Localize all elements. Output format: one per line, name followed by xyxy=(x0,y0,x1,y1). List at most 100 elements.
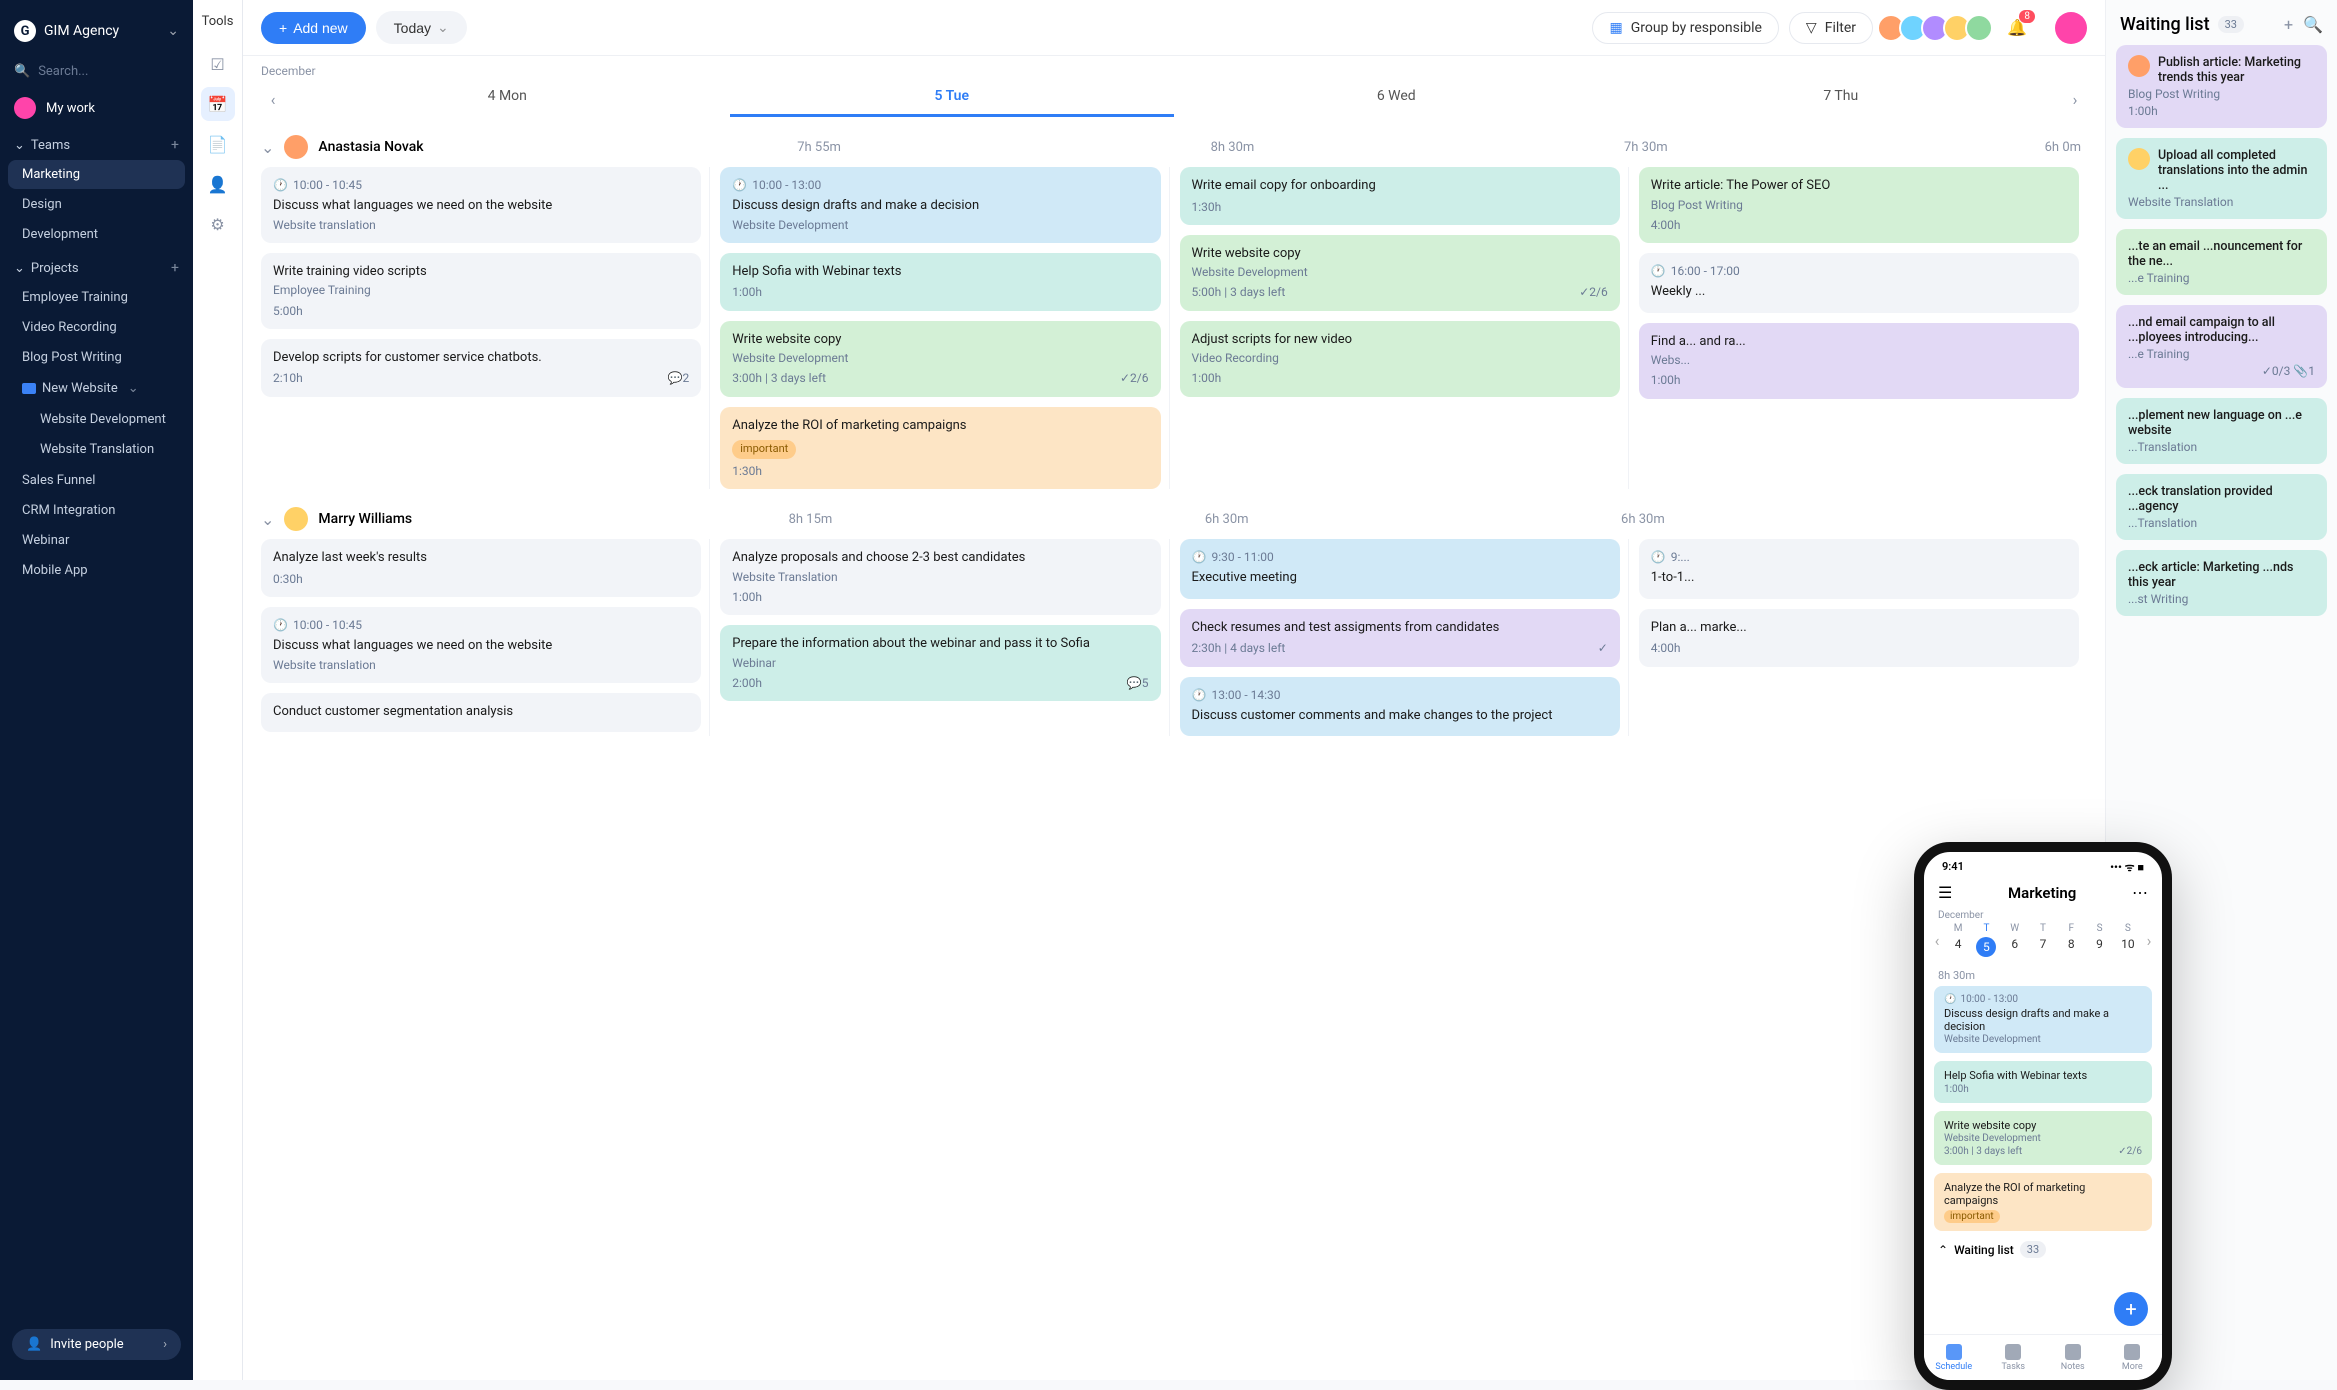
search-waiting-button[interactable]: 🔍 xyxy=(2303,15,2323,34)
task-card[interactable]: Analyze last week's results0:30h xyxy=(261,539,701,597)
phone-task-card[interactable]: Help Sofia with Webinar texts1:00h xyxy=(1934,1061,2152,1103)
task-card[interactable]: Plan a... marke...4:00h xyxy=(1639,609,2079,667)
prev-week-button[interactable]: ‹ xyxy=(261,90,285,109)
sidebar-project-item[interactable]: Employee Training xyxy=(8,283,185,312)
task-card[interactable]: Write email copy for onboarding1:30h xyxy=(1180,167,1620,225)
sidebar-project-item[interactable]: CRM Integration xyxy=(8,496,185,525)
phone-day[interactable]: T7 xyxy=(2029,923,2057,957)
add-team-button[interactable]: + xyxy=(171,137,179,153)
sidebar-team-item[interactable]: Design xyxy=(8,190,185,219)
sidebar-project-subitem[interactable]: Website Translation xyxy=(8,435,185,464)
workspace-switcher[interactable]: G GIM Agency ⌄ xyxy=(0,12,193,50)
day-header[interactable]: 5 Tue xyxy=(730,82,1175,117)
waiting-list-card[interactable]: ...plement new language on ...e website.… xyxy=(2116,398,2327,464)
clock-icon: 🕐 xyxy=(1651,263,1666,279)
phone-next-week[interactable]: › xyxy=(2142,931,2156,950)
phone-task-card[interactable]: Write website copyWebsite Development3:0… xyxy=(1934,1111,2152,1165)
task-card[interactable]: 🕐10:00 - 10:45Discuss what languages we … xyxy=(261,607,701,683)
clock-icon: 🕐 xyxy=(273,617,288,633)
current-user-avatar[interactable] xyxy=(2055,12,2087,44)
task-card[interactable]: 🕐10:00 - 13:00Discuss design drafts and … xyxy=(720,167,1160,243)
tool-settings[interactable]: ⚙ xyxy=(201,207,235,241)
waiting-list-card[interactable]: Publish article: Marketing trends this y… xyxy=(2116,45,2327,128)
phone-day[interactable]: W6 xyxy=(2001,923,2029,957)
phone-tab[interactable]: Schedule xyxy=(1924,1335,1984,1380)
chevron-down-icon[interactable]: ⌄ xyxy=(261,510,274,529)
phone-more-icon[interactable]: ⋯ xyxy=(2132,883,2148,902)
tool-calendar[interactable]: 📅 xyxy=(201,87,235,121)
my-work-link[interactable]: My work xyxy=(0,89,193,127)
chevron-down-icon[interactable]: ⌄ xyxy=(261,138,274,157)
sidebar-team-item[interactable]: Marketing xyxy=(8,160,185,189)
day-header[interactable]: 4 Mon xyxy=(285,82,730,117)
task-title: Discuss what languages we need on the we… xyxy=(273,197,689,215)
tool-people[interactable]: 👤 xyxy=(201,167,235,201)
task-card[interactable]: 🕐9:...1-to-1... xyxy=(1639,539,2079,599)
teams-section-header[interactable]: ⌄ Teams + xyxy=(0,127,193,159)
phone-tab[interactable]: Tasks xyxy=(1984,1335,2044,1380)
group-by-button[interactable]: ▦ Group by responsible xyxy=(1592,12,1778,44)
task-card[interactable]: Write article: The Power of SEOBlog Post… xyxy=(1639,167,2079,243)
phone-task-card[interactable]: Analyze the ROI of marketing campaignsim… xyxy=(1934,1173,2152,1231)
invite-people-button[interactable]: 👤 Invite people › xyxy=(12,1329,181,1360)
phone-day[interactable]: M4 xyxy=(1944,923,1972,957)
tool-notes[interactable]: 📄 xyxy=(201,127,235,161)
task-card[interactable]: Analyze the ROI of marketing campaignsim… xyxy=(720,407,1160,490)
phone-tab[interactable]: More xyxy=(2103,1335,2163,1380)
task-card[interactable]: Adjust scripts for new videoVideo Record… xyxy=(1180,321,1620,397)
next-week-button[interactable]: › xyxy=(2063,90,2087,109)
task-hours: 1:30h xyxy=(732,463,762,479)
waiting-list-card[interactable]: ...nd email campaign to all ...ployees i… xyxy=(2116,305,2327,388)
add-project-button[interactable]: + xyxy=(171,260,179,276)
task-card[interactable]: Prepare the information about the webina… xyxy=(720,625,1160,701)
task-card[interactable]: Write website copyWebsite Development3:0… xyxy=(720,321,1160,397)
today-button[interactable]: Today ⌄ xyxy=(376,11,467,44)
sidebar-folder-new-website[interactable]: New Website ⌄ xyxy=(8,374,185,403)
phone-day[interactable]: S10 xyxy=(2114,923,2142,957)
phone-day[interactable]: T5 xyxy=(1972,923,2000,957)
phone-day[interactable]: S9 xyxy=(2085,923,2113,957)
task-card[interactable]: Check resumes and test assigments from c… xyxy=(1180,609,1620,667)
waiting-list-card[interactable]: ...eck article: Marketing ...nds this ye… xyxy=(2116,550,2327,616)
phone-tab[interactable]: Notes xyxy=(2043,1335,2103,1380)
filter-button[interactable]: ▽ Filter xyxy=(1789,12,1873,44)
phone-menu-icon[interactable]: ☰ xyxy=(1938,883,1952,902)
sidebar-project-item[interactable]: Webinar xyxy=(8,526,185,555)
task-card[interactable]: Develop scripts for customer service cha… xyxy=(261,339,701,397)
sidebar-team-item[interactable]: Development xyxy=(8,220,185,249)
task-card[interactable]: Help Sofia with Webinar texts1:00h xyxy=(720,253,1160,311)
calendar-scroll[interactable]: ⌄ Anastasia Novak 7h 55m8h 30m7h 30m6h 0… xyxy=(243,117,2105,1380)
phone-add-button[interactable]: + xyxy=(2114,1292,2148,1326)
notifications-button[interactable]: 🔔 8 xyxy=(2003,14,2031,42)
day-header[interactable]: 7 Thu xyxy=(1619,82,2064,117)
phone-prev-week[interactable]: ‹ xyxy=(1930,931,1944,950)
tool-tasks[interactable]: ☑ xyxy=(201,47,235,81)
day-header[interactable]: 6 Wed xyxy=(1174,82,1619,117)
task-card[interactable]: 🕐9:30 - 11:00Executive meeting xyxy=(1180,539,1620,599)
phone-task-card[interactable]: 🕐10:00 - 13:00Discuss design drafts and … xyxy=(1934,986,2152,1053)
sidebar-project-item[interactable]: Mobile App xyxy=(8,556,185,585)
sidebar-project-item[interactable]: Sales Funnel xyxy=(8,466,185,495)
waiting-list-card[interactable]: ...eck translation provided ...agency...… xyxy=(2116,474,2327,540)
sidebar-project-item[interactable]: Blog Post Writing xyxy=(8,343,185,372)
task-card[interactable]: Write website copyWebsite Development5:0… xyxy=(1180,235,1620,311)
task-card[interactable]: Conduct customer segmentation analysis xyxy=(261,693,701,733)
waiting-list-card[interactable]: Upload all completed translations into t… xyxy=(2116,138,2327,219)
task-card[interactable]: 🕐13:00 - 14:30Discuss customer comments … xyxy=(1180,677,1620,737)
team-avatars[interactable] xyxy=(1883,14,1993,42)
waiting-list-card[interactable]: ...te an email ...nouncement for the ne.… xyxy=(2116,229,2327,295)
projects-section-header[interactable]: ⌄ Projects + xyxy=(0,250,193,282)
task-card[interactable]: Write training video scriptsEmployee Tra… xyxy=(261,253,701,329)
task-card[interactable]: 🕐10:00 - 10:45Discuss what languages we … xyxy=(261,167,701,243)
sidebar-project-item[interactable]: Video Recording xyxy=(8,313,185,342)
add-new-button[interactable]: + Add new xyxy=(261,12,366,44)
add-waiting-item-button[interactable]: + xyxy=(2284,15,2293,34)
search-input[interactable]: 🔍 Search... xyxy=(14,64,179,79)
sidebar-project-subitem[interactable]: Website Development xyxy=(8,405,185,434)
phone-day[interactable]: F8 xyxy=(2057,923,2085,957)
task-card[interactable]: Analyze proposals and choose 2-3 best ca… xyxy=(720,539,1160,615)
task-card[interactable]: Find a... and ra...Webs...1:00h xyxy=(1639,323,2079,399)
task-card[interactable]: 🕐16:00 - 17:00Weekly ... xyxy=(1639,253,2079,313)
task-hours: 1:00h xyxy=(732,589,762,605)
phone-waiting-list-toggle[interactable]: ⌃ Waiting list 33 xyxy=(1924,1231,2162,1264)
